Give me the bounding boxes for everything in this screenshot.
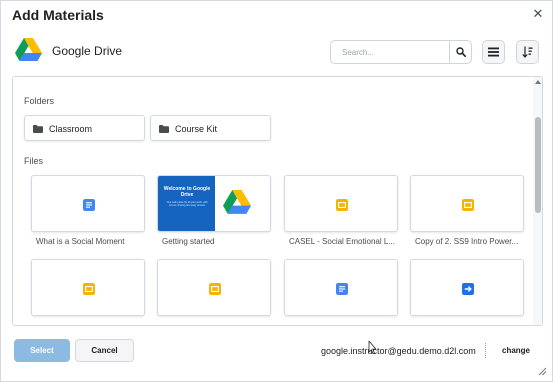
thumbnail-body: Your safe place for all your work, with … [166,201,208,207]
scrollbar[interactable] [533,77,542,325]
google-drive-logo-icon [223,190,251,214]
folders-heading: Folders [24,96,55,106]
google-link-icon [462,283,474,295]
thumbnail-title: Welcome to Google Drive [163,186,211,198]
google-slides-icon [462,199,474,211]
file-thumbnail [31,175,145,232]
close-button[interactable]: ✕ [531,7,545,21]
file-thumbnail [284,175,398,232]
text-cursor-icon [368,341,376,355]
scrollbar-thumb[interactable] [535,117,541,213]
file-thumbnail [410,175,524,232]
footer-divider [485,343,486,358]
account-email: google.instructor@gedu.demo.d2l.com [321,346,476,356]
search-box [330,40,472,64]
search-button[interactable] [449,41,472,63]
folder-course-kit[interactable]: Course Kit [150,115,271,141]
file-thumbnail [157,259,271,316]
files-heading: Files [24,156,44,166]
file-name: Getting started [162,237,215,246]
close-icon: ✕ [532,6,544,21]
view-toggle-button[interactable] [482,40,505,64]
sort-icon [522,46,533,58]
google-docs-icon [83,199,95,211]
file-name: CASEL - Social Emotional L... [289,237,395,246]
folder-icon [159,125,169,133]
provider-name: Google Drive [52,44,123,58]
file-name: Copy of 2. SS9 Intro Power... [415,237,519,246]
google-slides-icon [209,283,221,295]
change-account-link[interactable]: change [502,346,530,355]
file-thumbnail [31,259,145,316]
google-drive-logo-icon [15,38,42,61]
google-slides-icon [83,283,95,295]
list-view-icon [488,47,499,57]
file-thumbnail: Welcome to Google Drive Your safe place … [157,175,271,232]
dialog-title: Add Materials [12,7,104,23]
scroll-up-arrow-icon[interactable] [535,80,541,84]
add-materials-dialog: Add Materials ✕ Google Drive Search... F… [0,0,553,382]
folder-label: Classroom [49,124,93,134]
folder-label: Course Kit [175,124,218,134]
search-input[interactable] [331,41,448,63]
sort-button[interactable] [516,40,539,64]
folder-icon [33,125,43,133]
file-name: What is a Social Moment [36,237,125,246]
resize-grip-icon[interactable] [538,367,547,376]
file-thumbnail [284,259,398,316]
folder-classroom[interactable]: Classroom [24,115,145,141]
select-button[interactable]: Select [14,339,70,362]
google-docs-icon [336,283,348,295]
google-slides-icon [336,199,348,211]
cancel-button[interactable]: Cancel [75,339,134,362]
file-browser: Folders Classroom Course Kit Files What … [12,76,543,326]
getting-started-thumbnail: Welcome to Google Drive Your safe place … [158,176,215,231]
file-thumbnail [410,259,524,316]
search-icon [456,47,466,57]
